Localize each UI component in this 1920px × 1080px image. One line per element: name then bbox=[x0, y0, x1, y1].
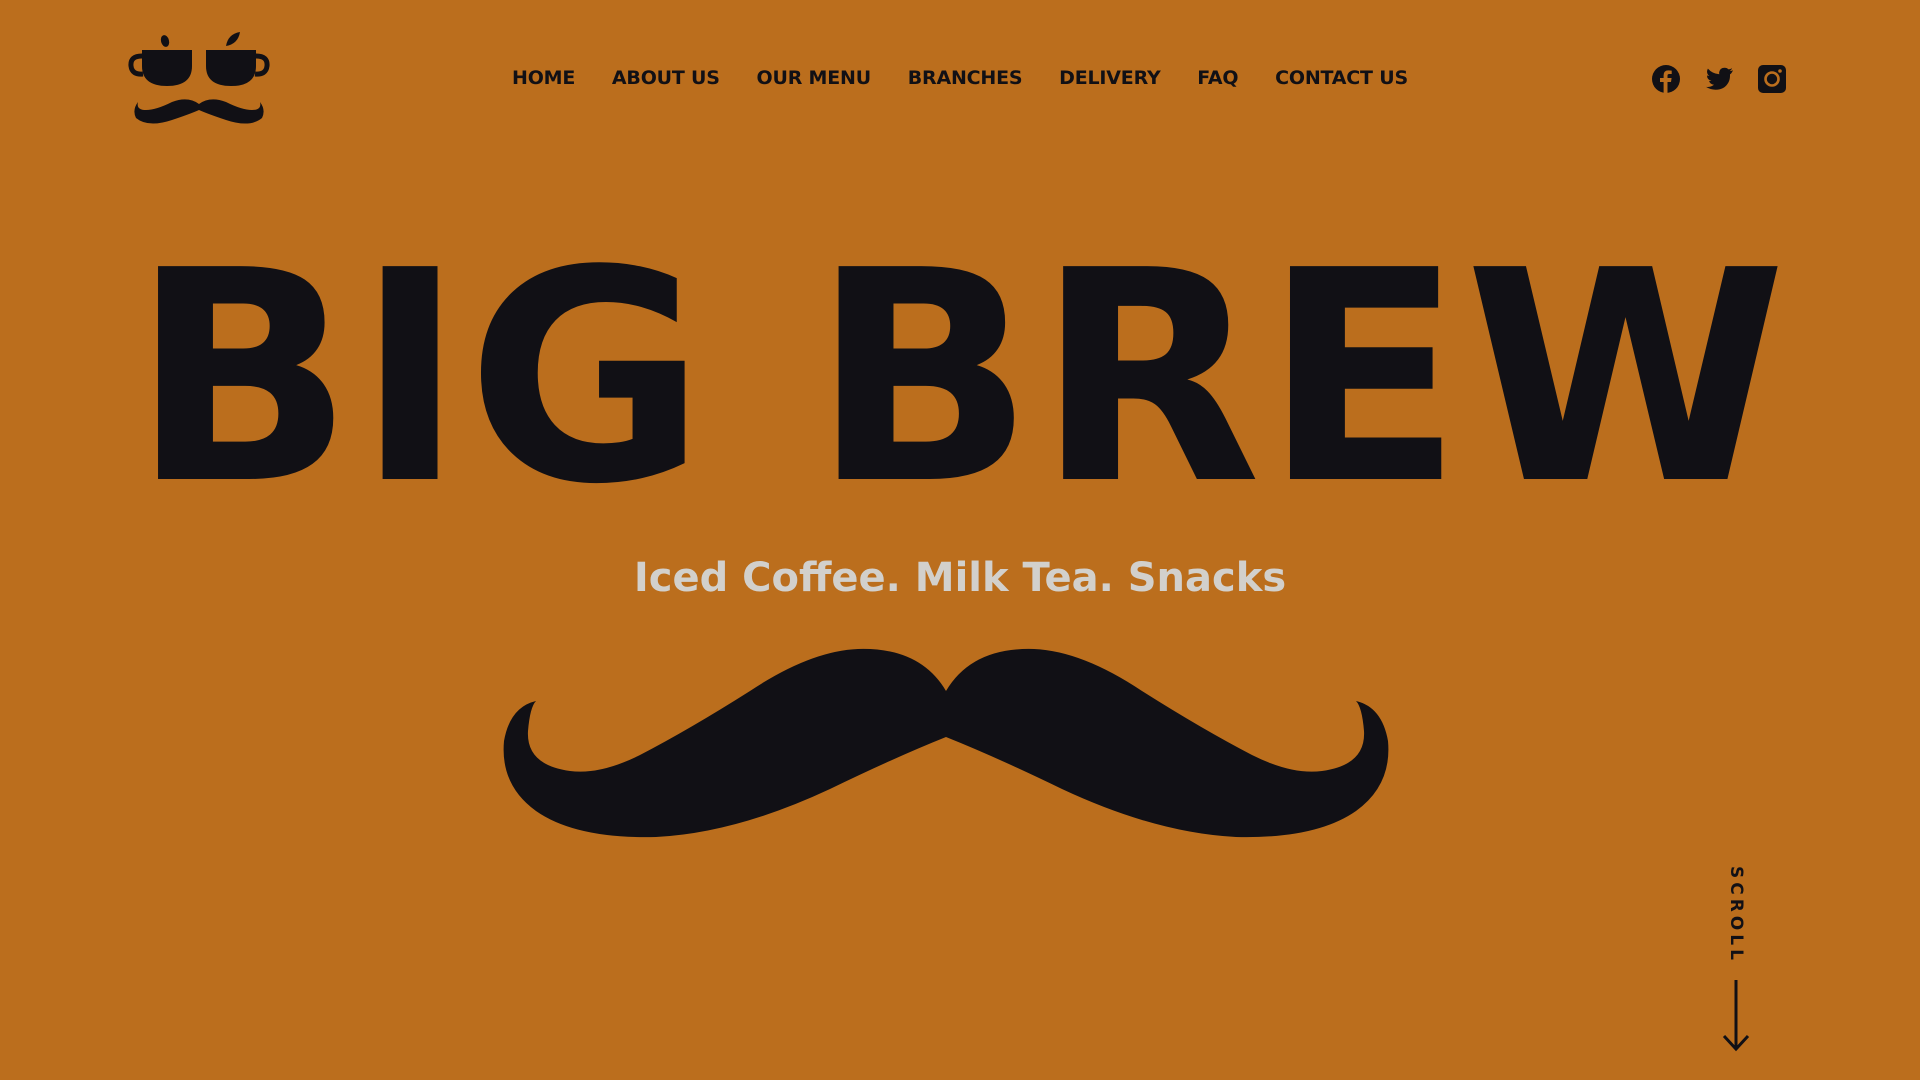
main-nav: HOME ABOUT US OUR MENU BRANCHES DELIVERY… bbox=[512, 62, 1408, 94]
nav-home[interactable]: HOME bbox=[512, 67, 575, 89]
nav-contact-us[interactable]: CONTACT US bbox=[1275, 67, 1408, 89]
mustache-graphic bbox=[500, 645, 1392, 845]
nav-faq[interactable]: FAQ bbox=[1197, 67, 1238, 89]
facebook-icon[interactable] bbox=[1650, 63, 1682, 95]
hero-title: BIG BREW bbox=[131, 208, 1789, 548]
scroll-indicator[interactable]: SCROLL bbox=[1718, 866, 1754, 1052]
twitter-icon[interactable] bbox=[1703, 63, 1735, 95]
nav-delivery[interactable]: DELIVERY bbox=[1059, 67, 1161, 89]
brand-logo[interactable] bbox=[128, 28, 270, 130]
mustache-icon bbox=[503, 648, 1389, 838]
nav-about-us[interactable]: ABOUT US bbox=[612, 67, 720, 89]
nav-branches[interactable]: BRANCHES bbox=[908, 67, 1023, 89]
coffee-cups-mustache-logo-icon bbox=[128, 32, 270, 124]
instagram-icon[interactable] bbox=[1756, 63, 1788, 95]
arrow-down-icon bbox=[1722, 978, 1750, 1052]
hero-tagline: Iced Coffee. Milk Tea. Snacks bbox=[633, 555, 1287, 601]
social-links bbox=[1650, 62, 1788, 96]
nav-our-menu[interactable]: OUR MENU bbox=[757, 67, 872, 89]
scroll-label: SCROLL bbox=[1726, 866, 1746, 964]
